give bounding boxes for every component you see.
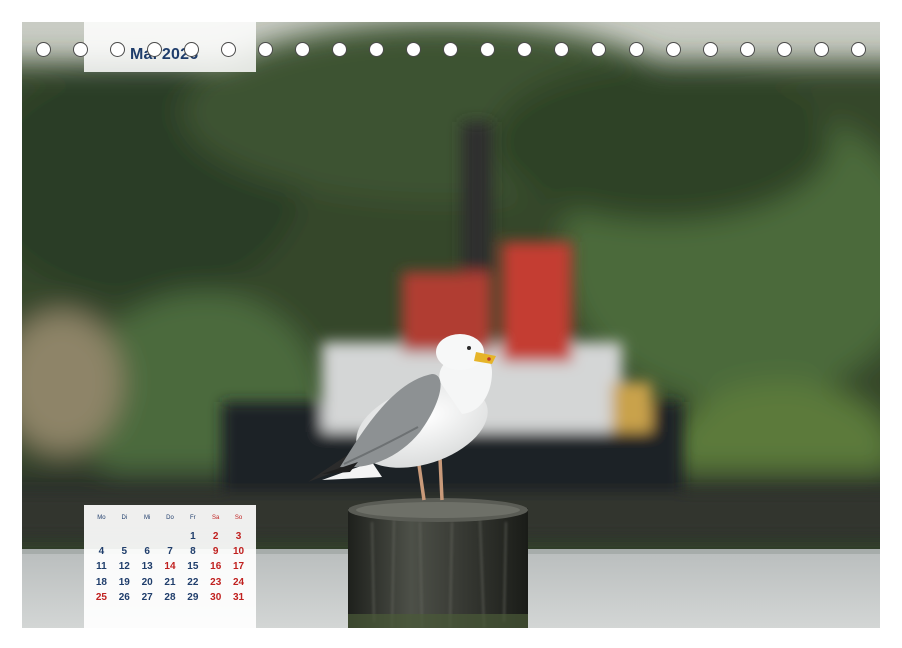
calendar-day: 8 bbox=[190, 546, 196, 558]
calendar-day: 4 bbox=[98, 546, 105, 558]
binding-hole bbox=[258, 41, 274, 57]
weekday-header: Do bbox=[166, 515, 174, 521]
binding-hole bbox=[776, 41, 792, 57]
calendar-day: 24 bbox=[233, 576, 245, 588]
calendar-day: 31 bbox=[233, 591, 245, 603]
calendar-day: 16 bbox=[210, 561, 222, 573]
binding-hole bbox=[628, 41, 644, 57]
binding-hole bbox=[813, 41, 829, 57]
binding-hole bbox=[147, 41, 163, 57]
weekday-header: Mo bbox=[97, 515, 106, 521]
month-calendar: MoDiMiDoFrSaSo00001234567891011121314151… bbox=[84, 505, 256, 628]
calendar-day: 17 bbox=[233, 561, 245, 573]
calendar-grid: MoDiMiDoFrSaSo00001234567891011121314151… bbox=[90, 513, 250, 605]
calendar-day: 6 bbox=[144, 546, 150, 558]
binding-hole bbox=[369, 41, 385, 57]
calendar-day: 29 bbox=[187, 591, 199, 603]
binding-hole bbox=[850, 41, 866, 57]
binding-hole bbox=[517, 41, 533, 57]
calendar-day: 25 bbox=[95, 591, 107, 603]
calendar-day: 2 bbox=[212, 531, 219, 542]
binding-hole bbox=[702, 41, 718, 57]
calendar-day: 23 bbox=[210, 576, 222, 588]
binding-hole bbox=[332, 41, 348, 57]
calendar-day: 5 bbox=[121, 546, 128, 558]
calendar-day: 9 bbox=[212, 546, 219, 558]
binding-hole bbox=[73, 41, 89, 57]
calendar-day: 10 bbox=[233, 546, 245, 558]
calendar-day: 15 bbox=[187, 561, 199, 573]
binding-hole bbox=[406, 41, 422, 57]
calendar-day: 18 bbox=[95, 576, 107, 588]
weekday-header: Sa bbox=[212, 515, 220, 521]
calendar-day: 12 bbox=[118, 561, 130, 573]
binding-hole bbox=[221, 41, 237, 57]
binding-hole bbox=[739, 41, 755, 57]
weekday-header: Fr bbox=[190, 515, 196, 521]
binding-hole bbox=[443, 41, 459, 57]
calendar-day: 26 bbox=[118, 591, 130, 603]
calendar-day: 11 bbox=[96, 561, 107, 573]
weekday-header: So bbox=[234, 515, 243, 521]
calendar-page: Mai 2026 MoDiMiDoFrSaSo00001234567891011… bbox=[22, 22, 880, 628]
calendar-day: 21 bbox=[164, 576, 176, 588]
binding-hole bbox=[591, 41, 607, 57]
calendar-day: 7 bbox=[167, 546, 173, 558]
binding-hole bbox=[554, 41, 570, 57]
calendar-day: 20 bbox=[141, 576, 153, 588]
weekday-header: Mi bbox=[143, 515, 151, 521]
weekday-header: Di bbox=[121, 515, 128, 521]
calendar-day: 28 bbox=[164, 591, 176, 603]
calendar-day: 27 bbox=[141, 591, 153, 603]
calendar-day: 1 bbox=[190, 531, 196, 542]
binding-hole bbox=[36, 41, 51, 57]
calendar-day: 22 bbox=[187, 576, 199, 588]
binding-hole bbox=[665, 41, 681, 57]
binding-hole bbox=[110, 41, 126, 57]
binding-holes bbox=[36, 39, 866, 59]
calendar-day: 14 bbox=[164, 561, 176, 573]
calendar-day: 3 bbox=[235, 531, 242, 542]
binding-hole bbox=[184, 41, 200, 57]
binding-hole bbox=[295, 41, 311, 57]
calendar-day: 30 bbox=[210, 591, 222, 603]
binding-hole bbox=[480, 41, 496, 57]
calendar-day: 19 bbox=[118, 576, 130, 588]
calendar-day: 13 bbox=[141, 561, 153, 573]
